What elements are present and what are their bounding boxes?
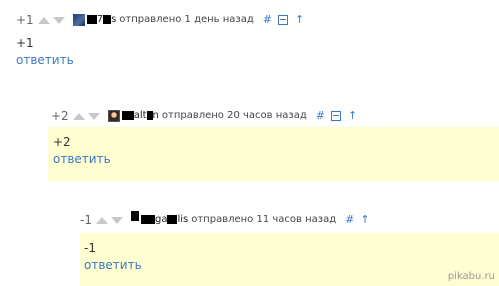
reply-link[interactable]: ответить	[53, 152, 491, 166]
downvote-icon[interactable]	[110, 216, 123, 224]
parent-link-icon[interactable]: ↑	[348, 109, 357, 123]
downvote-icon[interactable]	[52, 16, 65, 24]
username[interactable]: ga lis	[140, 213, 189, 227]
posted-time: отправлено 11 часов назад	[191, 214, 337, 225]
reply-link[interactable]: ответить	[16, 53, 486, 67]
downvote-icon[interactable]	[87, 112, 100, 120]
collapse-icon[interactable]	[330, 111, 341, 121]
comment-text: +1	[16, 36, 34, 50]
comment-2-meta: +2 alt n отправлено 20 часов назад # ↑	[51, 109, 491, 123]
redaction-mark	[121, 110, 134, 120]
redaction-mark	[103, 14, 112, 24]
username[interactable]: alt n	[121, 109, 159, 123]
posted-time: отправлено 20 часов назад	[161, 110, 307, 121]
comment-score: +1	[16, 13, 34, 27]
upvote-icon[interactable]	[37, 16, 50, 24]
permalink-link[interactable]: #	[263, 13, 272, 27]
username-part: ga	[154, 214, 168, 225]
comment-score: +2	[51, 109, 69, 123]
comment-2: +2 alt n отправлено 20 часов назад # ↑ +2…	[51, 109, 491, 166]
comment-score: -1	[80, 213, 92, 227]
avatar[interactable]	[72, 14, 85, 26]
redaction-mark	[86, 14, 97, 24]
redaction-mark	[140, 214, 155, 224]
permalink-link[interactable]: #	[316, 109, 325, 123]
username-part: lis	[177, 214, 189, 225]
comment-1-meta: +1 7s отправлено 1 день назад # ↑	[16, 13, 486, 27]
posted-time: отправлено 1 день назад	[119, 14, 254, 25]
username-part: s	[111, 14, 117, 25]
username[interactable]: 7s	[86, 13, 117, 27]
parent-link-icon[interactable]: ↑	[360, 213, 369, 227]
avatar[interactable]	[130, 211, 139, 221]
username-part: alt	[133, 110, 147, 121]
upvote-icon[interactable]	[95, 216, 108, 224]
permalink-link[interactable]: #	[345, 213, 354, 227]
collapse-icon[interactable]	[278, 15, 288, 25]
comment-text: -1	[84, 241, 96, 255]
avatar[interactable]	[107, 110, 120, 122]
comment-text: +2	[53, 135, 71, 149]
username-part: n	[152, 110, 159, 121]
comment-3: -1 ga lis отправлено 11 часов назад # ↑ -…	[80, 211, 490, 272]
upvote-icon[interactable]	[72, 112, 85, 120]
watermark: pikabu.ru	[447, 271, 495, 282]
redaction-mark	[167, 214, 178, 224]
reply-link[interactable]: ответить	[84, 258, 490, 272]
comment-1: +1 7s отправлено 1 день назад # ↑ +1 отв…	[16, 13, 486, 67]
comment-3-meta: -1 ga lis отправлено 11 часов назад # ↑	[80, 211, 490, 227]
parent-link-icon[interactable]: ↑	[295, 13, 304, 27]
comments-thread: +1 7s отправлено 1 день назад # ↑ +1 отв…	[0, 0, 499, 286]
